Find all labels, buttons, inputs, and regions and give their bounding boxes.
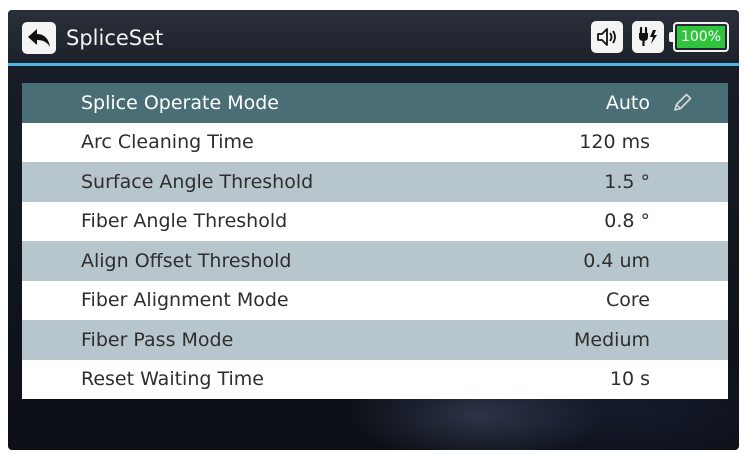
setting-row-fiber-angle-threshold[interactable]: Fiber Angle Threshold 0.8 °: [22, 201, 728, 241]
setting-label: Fiber Angle Threshold: [81, 210, 288, 233]
speaker-icon: [597, 28, 616, 46]
battery-level-text: 100%: [677, 26, 725, 48]
battery-indicator: 100%: [669, 22, 729, 52]
setting-value: Auto: [605, 91, 650, 114]
setting-value: Medium: [574, 328, 650, 351]
pencil-edit-icon[interactable]: [671, 92, 693, 114]
setting-label: Align Offset Threshold: [81, 249, 292, 272]
setting-row-fiber-alignment-mode[interactable]: Fiber Alignment Mode Core: [22, 280, 728, 320]
setting-label: Splice Operate Mode: [81, 91, 279, 114]
back-button[interactable]: [22, 22, 56, 54]
setting-value: Core: [606, 289, 650, 312]
power-status: [632, 21, 664, 53]
setting-row-reset-waiting-time[interactable]: Reset Waiting Time 10 s: [22, 359, 728, 399]
settings-list: Splice Operate Mode Auto Arc Cleaning Ti…: [22, 83, 728, 399]
setting-row-arc-cleaning-time[interactable]: Arc Cleaning Time 120 ms: [22, 122, 728, 162]
back-arrow-icon: [28, 29, 50, 47]
setting-label: Reset Waiting Time: [81, 368, 264, 391]
setting-value: 1.5 °: [604, 170, 650, 193]
setting-label: Fiber Pass Mode: [81, 328, 234, 351]
setting-value: 0.8 °: [604, 210, 650, 233]
title-bar: SpliceSet 100%: [8, 10, 739, 66]
sound-button[interactable]: [591, 21, 623, 53]
setting-row-surface-angle-threshold[interactable]: Surface Angle Threshold 1.5 °: [22, 162, 728, 202]
device-bezel: SpliceSet 100% Splice Operate Mode Auto …: [0, 0, 745, 454]
status-area: 100%: [591, 20, 729, 54]
power-plug-icon: [639, 26, 657, 46]
setting-value: 10 s: [609, 368, 650, 391]
setting-label: Surface Angle Threshold: [81, 170, 314, 193]
setting-row-splice-operate-mode[interactable]: Splice Operate Mode Auto: [22, 83, 728, 123]
device-screen: SpliceSet 100% Splice Operate Mode Auto …: [8, 10, 739, 450]
setting-label: Arc Cleaning Time: [81, 131, 254, 154]
setting-value: 120 ms: [579, 131, 650, 154]
page-title: SpliceSet: [66, 26, 164, 50]
setting-row-fiber-pass-mode[interactable]: Fiber Pass Mode Medium: [22, 320, 728, 360]
setting-value: 0.4 um: [583, 249, 650, 272]
setting-label: Fiber Alignment Mode: [81, 289, 289, 312]
setting-row-align-offset-threshold[interactable]: Align Offset Threshold 0.4 um: [22, 241, 728, 281]
